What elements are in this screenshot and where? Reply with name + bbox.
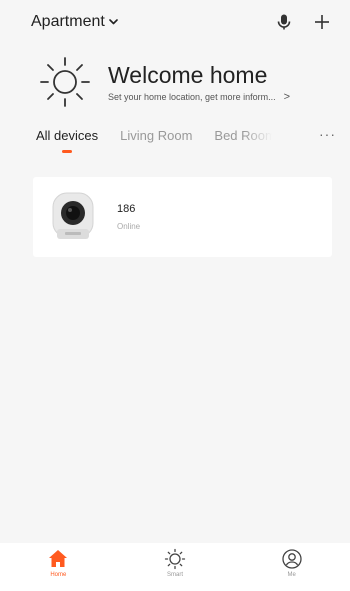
more-icon[interactable]: ··· [319,124,336,142]
camera-icon [52,192,94,239]
top-area: Apartment Welcome home Set your home loc… [0,0,350,164]
tab-all-devices[interactable]: All devices [36,124,98,143]
welcome-text: Welcome home Set your home location, get… [108,61,336,103]
add-button[interactable] [308,8,336,36]
sun-icon [40,57,90,107]
microphone-icon [277,14,291,30]
room-tabs: All devices Living Room Bed Room ··· [0,124,350,164]
nav-me-label: Me [287,572,296,578]
app-screen: Apartment Welcome home Set your home loc… [0,0,350,591]
home-selector[interactable]: Apartment [31,13,118,31]
sun-outline-icon [164,548,186,570]
nav-home-label: Home [50,572,67,578]
welcome-title: Welcome home [108,62,268,88]
chevron-down-icon [109,19,118,25]
header: Apartment [0,0,350,44]
header-actions [270,8,336,36]
nav-home[interactable]: Home [0,548,117,578]
nav-smart[interactable]: Smart [117,548,234,578]
device-status: Online [117,222,141,231]
nav-smart-label: Smart [167,572,184,578]
device-card[interactable]: 186 Online [33,177,332,257]
welcome-banner: Welcome home Set your home location, get… [0,44,350,108]
user-circle-icon [282,549,302,569]
home-name: Apartment [31,13,105,30]
voice-button[interactable] [270,8,298,36]
device-name: 186 [117,203,136,215]
tab-bed-room[interactable]: Bed Room [214,124,272,143]
welcome-subtitle: Set your home location, get more inform.… [108,92,276,102]
device-info: 186 Online [117,203,140,231]
chevron-right-icon: > [283,91,291,103]
nav-me[interactable]: Me [233,548,350,578]
home-icon [49,550,68,567]
bottom-nav: Home Smart Me [0,543,350,591]
set-location-link[interactable]: Set your home location, get more inform.… [108,91,336,103]
plus-icon [315,15,329,29]
tab-living-room[interactable]: Living Room [120,124,192,143]
